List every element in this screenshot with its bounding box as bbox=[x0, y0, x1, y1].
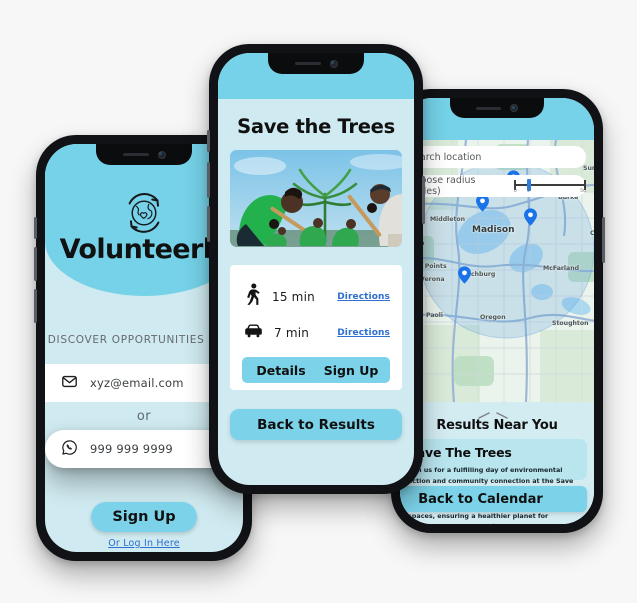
volume-button[interactable] bbox=[34, 217, 37, 239]
map-pin-icon[interactable] bbox=[524, 208, 537, 230]
results-heading: Results Near You bbox=[436, 418, 558, 433]
phone-value: 999 999 9999 bbox=[90, 442, 173, 456]
transit-row-walking: 15 min Directions bbox=[244, 283, 390, 310]
map-label: Middleton bbox=[430, 216, 466, 223]
notch bbox=[450, 98, 544, 118]
power-button[interactable] bbox=[602, 217, 605, 263]
slider-track bbox=[513, 184, 586, 186]
radius-slider[interactable]: 0 5 50 bbox=[513, 178, 586, 194]
results-sheet: Results Near You Save The Trees Join us … bbox=[400, 402, 594, 524]
result-card-title: Save The Trees bbox=[408, 445, 512, 460]
walking-directions-link[interactable]: Directions bbox=[337, 292, 390, 302]
map-pin-icon[interactable] bbox=[476, 194, 489, 216]
radius-control[interactable]: Choose radius (miles) 0 5 50 bbox=[400, 175, 586, 197]
speaker-grille bbox=[294, 62, 321, 65]
map-results-screen: Madison Windsor Waunakee Sun Prairie Ash… bbox=[400, 98, 594, 524]
map-label: Sun Prairie bbox=[583, 165, 594, 172]
map-pin-icon[interactable] bbox=[458, 266, 471, 288]
search-input[interactable]: Search location bbox=[400, 146, 586, 168]
result-card[interactable]: Save The Trees Join us for a fulfilling … bbox=[400, 439, 587, 524]
email-value: xyz@email.com bbox=[90, 376, 184, 390]
volunteers-planting-trees-photo bbox=[230, 150, 402, 247]
globe-recycle-heart-logo bbox=[121, 190, 167, 240]
volume-button[interactable] bbox=[207, 162, 210, 198]
slider-tick: 0 bbox=[513, 189, 517, 194]
front-camera bbox=[510, 104, 518, 112]
driving-duration: 7 min bbox=[274, 326, 310, 340]
speaker-grille bbox=[122, 153, 149, 156]
power-button[interactable] bbox=[422, 176, 425, 224]
map-label: Stoughton bbox=[552, 320, 589, 327]
page-title: Save the Trees bbox=[237, 115, 395, 138]
envelope-icon bbox=[61, 373, 78, 394]
transit-card: 15 min Directions 7 min Directions Detai… bbox=[230, 265, 402, 390]
volume-button[interactable] bbox=[207, 130, 210, 152]
details-button[interactable]: Details bbox=[242, 357, 320, 383]
notch bbox=[96, 144, 192, 165]
map-label: Cottage Gro bbox=[590, 230, 594, 237]
back-to-results-button[interactable]: Back to Results bbox=[230, 409, 402, 440]
slider-tick: 5 bbox=[526, 189, 530, 194]
whatsapp-phone-icon bbox=[61, 439, 78, 460]
map-label-madison: Madison bbox=[472, 225, 515, 235]
screenshot-canvas: Volunteerly DISCOVER OPPORTUNITIES NEAR … bbox=[0, 0, 637, 603]
phone-detail: Save the Trees 15 min Directions 7 min D… bbox=[207, 44, 425, 494]
walking-duration: 15 min bbox=[272, 289, 315, 304]
driving-directions-link[interactable]: Directions bbox=[337, 328, 390, 338]
volume-button[interactable] bbox=[34, 247, 37, 281]
map-label: tchburg bbox=[468, 271, 496, 278]
signup-button[interactable]: Sign Up bbox=[312, 357, 390, 383]
login-link[interactable]: Or Log In Here bbox=[45, 538, 243, 549]
signup-button[interactable]: Sign Up bbox=[91, 502, 197, 532]
slider-tick: 50 bbox=[580, 189, 586, 194]
speaker-grille bbox=[476, 106, 501, 110]
detail-screen: Save the Trees 15 min Directions 7 min D… bbox=[218, 53, 414, 485]
front-camera bbox=[329, 59, 338, 68]
map-label: Paoli bbox=[426, 312, 444, 319]
map-label: Verona bbox=[420, 276, 445, 283]
back-to-calendar-button[interactable]: Back to Calendar bbox=[400, 486, 587, 512]
volume-button[interactable] bbox=[207, 206, 210, 242]
volume-button[interactable] bbox=[34, 289, 37, 323]
notch bbox=[268, 53, 364, 74]
car-icon bbox=[244, 323, 263, 343]
map-label: Oregon bbox=[480, 314, 506, 321]
front-camera bbox=[157, 150, 166, 159]
walking-icon bbox=[244, 283, 261, 310]
map-label: McFarland bbox=[543, 265, 580, 272]
transit-row-driving: 7 min Directions bbox=[244, 323, 390, 343]
